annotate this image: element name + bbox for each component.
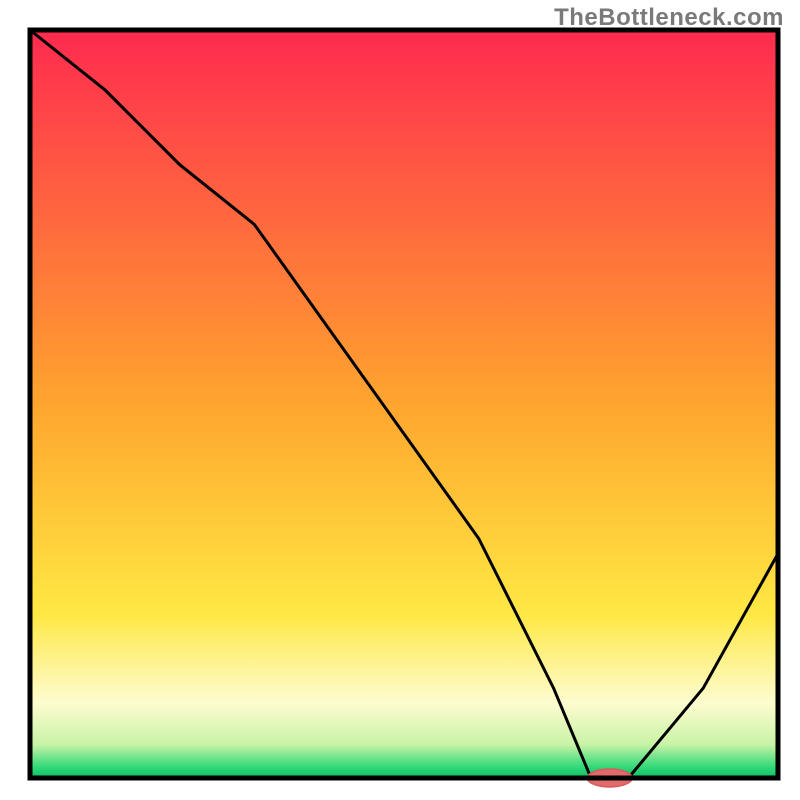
plot-background xyxy=(30,30,778,778)
chart-stage: TheBottleneck.com xyxy=(0,0,800,800)
bottleneck-chart xyxy=(0,0,800,800)
